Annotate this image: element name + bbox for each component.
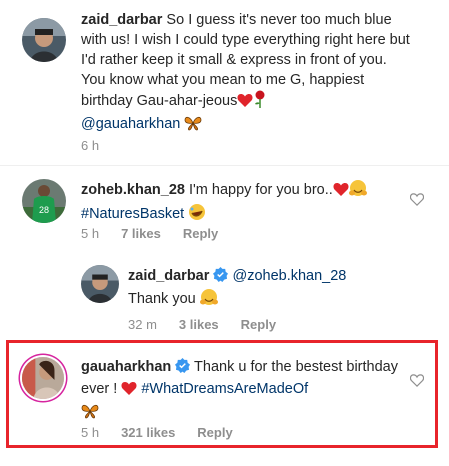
hugging-face-emoji-icon xyxy=(348,179,367,203)
comment-username[interactable]: zoheb.khan_28 xyxy=(81,182,185,198)
likes-count[interactable]: 321 likes xyxy=(121,425,175,440)
heart-outline-icon xyxy=(409,374,425,387)
comment-username[interactable]: zaid_darbar xyxy=(81,12,162,28)
comment-text: zoheb.khan_28 I'm happy for you bro.. #N… xyxy=(81,179,411,227)
comment-username[interactable]: zaid_darbar xyxy=(128,268,209,284)
likes-count[interactable]: 7 likes xyxy=(121,226,161,241)
divider xyxy=(0,165,449,166)
comment-time: 5 h xyxy=(81,226,100,241)
avatar[interactable] xyxy=(22,357,64,399)
red-heart-emoji-icon xyxy=(121,381,137,402)
comment-time: 6 h xyxy=(81,138,100,153)
like-button[interactable] xyxy=(409,374,425,392)
comment-meta: 32 m 3 likes Reply xyxy=(128,317,298,332)
butterfly-emoji-icon xyxy=(81,403,99,425)
comment-text: zaid_darbar @zoheb.khan_28 Thank you xyxy=(128,266,418,312)
red-heart-emoji-icon xyxy=(237,93,253,114)
rose-emoji-icon xyxy=(253,90,267,114)
comment-username[interactable]: gauaharkhan xyxy=(81,359,171,375)
comment-mention[interactable]: @gauaharkhan xyxy=(81,116,180,132)
svg-text:28: 28 xyxy=(39,205,49,215)
comment-body: Thank you xyxy=(128,291,196,307)
heart-outline-icon xyxy=(409,193,425,206)
butterfly-emoji-icon xyxy=(184,115,202,137)
verified-badge-icon xyxy=(175,358,191,379)
comment-time: 32 m xyxy=(128,317,157,332)
likes-count[interactable]: 3 likes xyxy=(179,317,219,332)
comment-hashtag[interactable]: #NaturesBasket xyxy=(81,206,184,222)
comment-mention[interactable]: @zoheb.khan_28 xyxy=(232,268,346,284)
avatar[interactable]: 28 xyxy=(22,179,66,223)
comment-hashtag[interactable]: #WhatDreamsAreMadeOf xyxy=(141,381,308,397)
hugging-face-emoji-icon xyxy=(199,288,218,312)
comment-body: I'm happy for you bro.. xyxy=(184,182,333,198)
avatar[interactable] xyxy=(81,265,119,303)
comment-meta: 5 h 7 likes Reply xyxy=(81,226,240,241)
comment-text: zaid_darbar So I guess it's never too mu… xyxy=(81,10,411,137)
rofl-emoji-icon xyxy=(188,203,206,227)
comment-meta: 6 h xyxy=(81,138,121,153)
red-heart-emoji-icon xyxy=(333,182,349,203)
comment-meta: 5 h 321 likes Reply xyxy=(81,425,255,440)
reply-button[interactable]: Reply xyxy=(197,425,232,440)
avatar[interactable] xyxy=(22,18,66,62)
comment-time: 5 h xyxy=(81,425,100,440)
comment-text: gauaharkhan Thank u for the bestest birt… xyxy=(81,357,401,425)
reply-button[interactable]: Reply xyxy=(183,226,218,241)
verified-badge-icon xyxy=(213,267,229,288)
reply-button[interactable]: Reply xyxy=(241,317,276,332)
like-button[interactable] xyxy=(409,193,425,211)
